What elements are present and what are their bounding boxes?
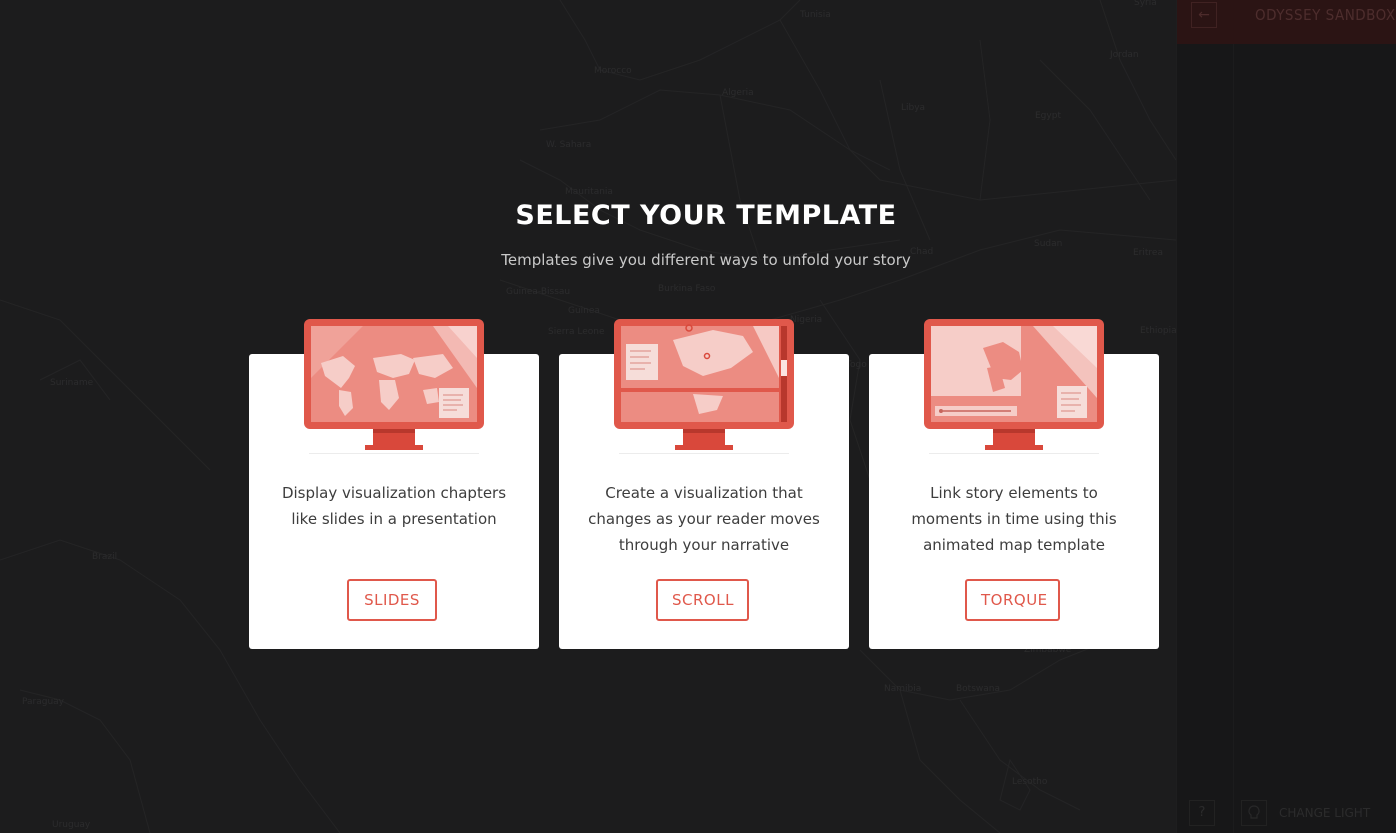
monitor-world-map-icon (304, 319, 484, 450)
template-description: Link story elements to moments in time u… (911, 484, 1117, 554)
template-description: Create a visualization that changes as y… (588, 484, 820, 554)
monitor-scroll-map-icon (614, 319, 794, 450)
modal-title: SELECT YOUR TEMPLATE (515, 200, 897, 231)
monitor-timeline-map-icon (924, 319, 1104, 450)
modal-subtitle: Templates give you different ways to unf… (501, 251, 911, 269)
torque-button[interactable]: TORQUE (965, 579, 1060, 621)
slides-button[interactable]: SLIDES (347, 579, 437, 621)
scroll-button[interactable]: SCROLL (656, 579, 749, 621)
template-description: Display visualization chapters like slid… (281, 484, 507, 528)
